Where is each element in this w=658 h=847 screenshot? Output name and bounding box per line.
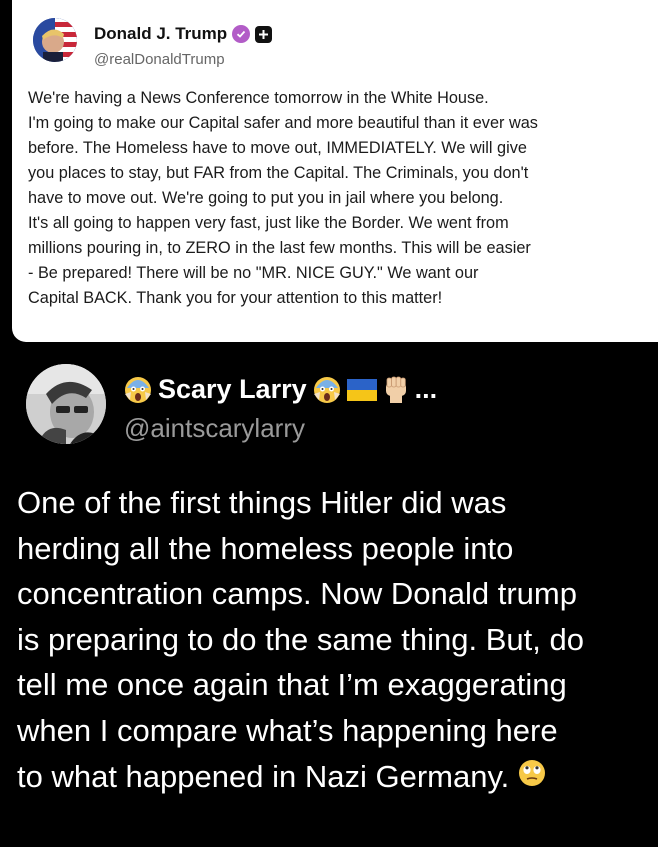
reply-line: concentration camps. Now Donald trump: [17, 576, 577, 612]
scream-emoji-icon: [313, 376, 341, 404]
more-indicator[interactable]: ...: [415, 374, 438, 405]
plus-badge-icon: [255, 25, 273, 43]
post-line: millions pouring in, to ZERO in the last…: [28, 239, 531, 257]
post-line: before. The Homeless have to move out, I…: [28, 139, 527, 157]
reply-line: tell me once again that I’m exaggerating: [17, 667, 567, 703]
eye-roll-emoji-icon: [518, 759, 546, 787]
author-handle[interactable]: @realDonaldTrump: [94, 51, 225, 68]
post-line: I'm going to make our Capital safer and …: [28, 114, 538, 132]
reply-line-last: to what happened in Nazi Germany.: [17, 754, 657, 800]
reply-author-name[interactable]: Scary Larry: [158, 374, 307, 405]
reply-author-handle[interactable]: @aintscarylarry: [124, 413, 305, 444]
reply-avatar[interactable]: [26, 364, 106, 444]
ukraine-flag-icon: [346, 378, 377, 401]
avatar[interactable]: [33, 18, 77, 62]
reply-line: One of the first things Hitler did was: [17, 485, 507, 520]
reply-name-row: Scary Larry ...: [124, 374, 437, 405]
scream-emoji-icon: [124, 376, 152, 404]
post-line: It's all going to happen very fast, just…: [28, 214, 509, 232]
reply-line: is preparing to do the same thing. But, …: [17, 621, 584, 657]
reply-line: to what happened in Nazi Germany.: [17, 758, 510, 794]
embedded-post-card[interactable]: Donald J. Trump @realDonaldTrump We're h…: [12, 0, 658, 342]
flag-avatar-icon: [33, 18, 77, 62]
reply-line: herding all the homeless people into: [17, 530, 514, 566]
post-line: Capital BACK. Thank you for your attenti…: [28, 289, 443, 307]
post-line: - Be prepared! There will be no "MR. NIC…: [28, 264, 479, 282]
reply-body: One of the first things Hitler did was h…: [17, 480, 657, 799]
post-line: We're having a News Conference tomorrow …: [28, 89, 489, 107]
raised-fist-icon: [383, 376, 409, 404]
reply-line: when I compare what’s happening here: [17, 712, 558, 748]
post-line: you places to stay, but FAR from the Cap…: [28, 164, 529, 182]
post-body: We're having a News Conference tomorrow …: [28, 86, 648, 311]
post-line: have to move out. We're going to put you…: [28, 189, 504, 207]
author-name-row: Donald J. Trump: [94, 24, 273, 44]
verified-badge-icon: [232, 25, 251, 43]
author-name[interactable]: Donald J. Trump: [94, 24, 227, 44]
person-photo-icon: [26, 364, 106, 444]
